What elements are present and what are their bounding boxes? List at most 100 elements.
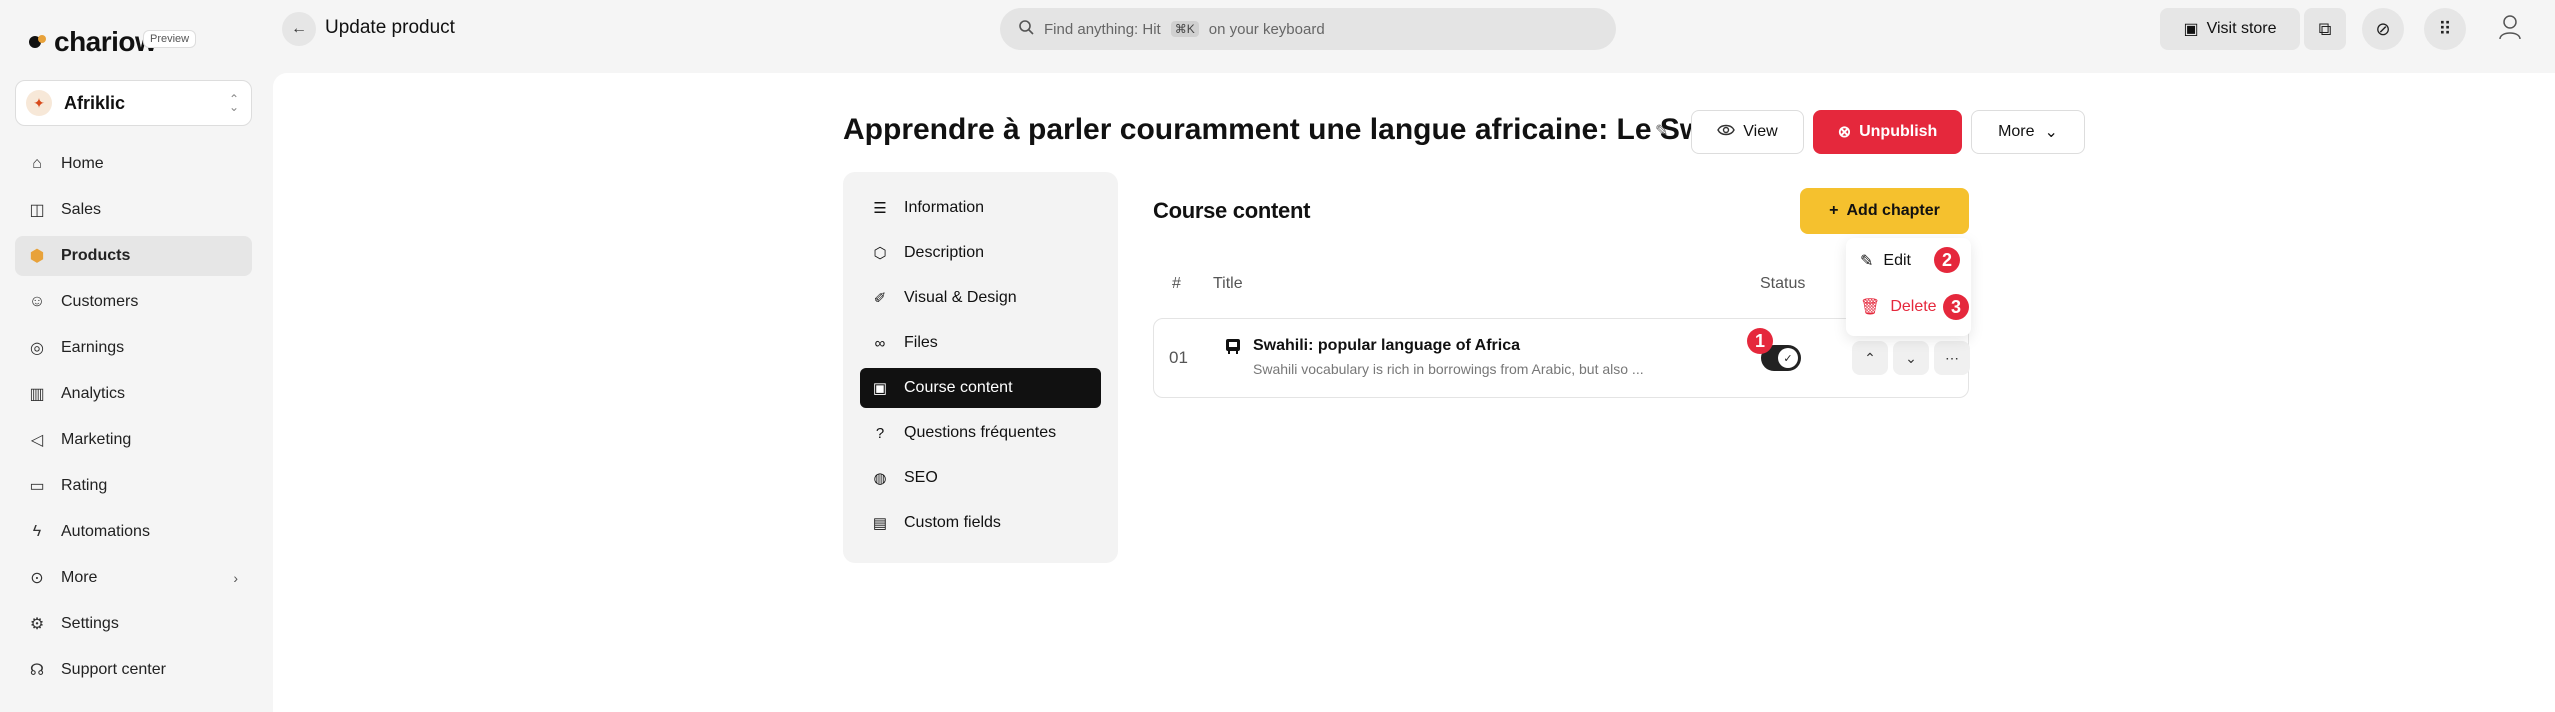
apps-button[interactable]: ⠿ xyxy=(2424,8,2466,50)
settings-item-label: Information xyxy=(904,199,985,216)
form-icon: ▤ xyxy=(872,515,888,532)
settings-item-custom-fields[interactable]: ▤ Custom fields xyxy=(860,503,1101,543)
sidebar: ✦ Afriklic ⌃ ⌄ ⌂ Home ◫ Sales ⬢ Products ☺ Cu… xyxy=(0,60,268,712)
move-up-button[interactable]: ⌃ xyxy=(1852,341,1888,375)
pen-icon: ✎ xyxy=(1860,253,1874,270)
chapter-icon xyxy=(1224,337,1242,360)
trash-icon: 🗑︎ xyxy=(1860,299,1881,316)
book-icon: ▣ xyxy=(872,380,888,397)
sidebar-item-label: Earnings xyxy=(61,339,125,356)
shopping-bag-icon: ◫ xyxy=(29,202,45,219)
row-menu-button[interactable]: ⋯ xyxy=(1934,341,1970,375)
add-chapter-button[interactable]: + Add chapter xyxy=(1800,188,1969,234)
store-avatar: ✦ xyxy=(26,90,52,116)
sidebar-item-sales[interactable]: ◫ Sales xyxy=(15,190,252,230)
back-button[interactable]: ← xyxy=(282,12,316,46)
ellipsis-icon: ⋯ xyxy=(1945,349,1959,366)
sidebar-item-earnings[interactable]: ◎ Earnings xyxy=(15,328,252,368)
settings-item-course-content[interactable]: ▣ Course content xyxy=(860,368,1101,408)
home-icon: ⌂ xyxy=(32,155,42,172)
row-number: 01 xyxy=(1169,348,1188,367)
more-button[interactable]: More ⌄ xyxy=(1971,110,2085,154)
view-button[interactable]: View xyxy=(1691,110,1804,154)
search-icon xyxy=(1018,19,1034,39)
row-title: Swahili: popular language of Africa xyxy=(1253,337,1520,354)
page-heading: Update product xyxy=(325,17,455,38)
edit-menu-item[interactable]: ✎ Edit xyxy=(1860,251,1911,271)
add-chapter-label: Add chapter xyxy=(1846,202,1940,219)
annotation-marker: 3 xyxy=(1943,294,1969,320)
unpublish-button[interactable]: ⊗ Unpublish xyxy=(1813,110,1962,154)
product-title: Apprendre à parler couramment une langue… xyxy=(843,113,1764,146)
product-settings-menu: ☰ Information ⬡ Description ✐ Visual & Desi… xyxy=(843,172,1118,563)
unpublish-icon: ⊗ xyxy=(1837,124,1852,141)
sidebar-item-automations[interactable]: ϟ Automations xyxy=(15,512,252,552)
message-icon: ▭ xyxy=(29,478,45,495)
sidebar-item-label: More xyxy=(61,569,98,586)
chevron-updown-icon: ⌃ ⌄ xyxy=(228,92,239,114)
settings-item-label: Course content xyxy=(904,379,1013,396)
settings-item-files[interactable]: ∞ Files xyxy=(860,323,1101,363)
coins-icon: ◎ xyxy=(30,340,44,357)
sidebar-item-label: Home xyxy=(61,155,104,172)
globe-icon: ◍ xyxy=(873,470,887,487)
sidebar-item-rating[interactable]: ▭ Rating xyxy=(15,466,252,506)
sidebar-item-products[interactable]: ⬢ Products xyxy=(15,236,252,276)
store-name: Afriklic xyxy=(64,92,126,113)
link-icon: ∞ xyxy=(874,334,886,352)
more-label: More xyxy=(1998,123,2035,140)
sidebar-item-label: Settings xyxy=(61,615,119,632)
settings-item-visual-design[interactable]: ✐ Visual & Design xyxy=(860,278,1101,318)
cube-icon: ⬡ xyxy=(873,245,887,262)
sidebar-item-marketing[interactable]: ◁ Marketing xyxy=(15,420,252,460)
copy-icon: ⧉ xyxy=(2318,18,2332,39)
user-menu-button[interactable] xyxy=(2489,8,2531,50)
sidebar-item-settings[interactable]: ⚙ Settings xyxy=(15,604,252,644)
headset-icon: ☊ xyxy=(29,662,45,679)
hide-preview-button[interactable]: ⊘ xyxy=(2362,8,2404,50)
eye-icon xyxy=(1717,123,1736,142)
copy-button[interactable]: ⧉ xyxy=(2304,8,2346,50)
annotation-marker: 2 xyxy=(1934,247,1960,273)
search-suffix: on your keyboard xyxy=(1208,20,1325,38)
sidebar-item-label: Products xyxy=(61,247,131,264)
megaphone-icon: ◁ xyxy=(30,432,44,449)
column-header-num: # xyxy=(1172,275,1181,292)
arrow-left-icon: ← xyxy=(291,20,307,37)
sidebar-item-support[interactable]: ☊ Support center xyxy=(15,650,252,690)
chevron-down-icon: ⌄ xyxy=(1905,349,1917,366)
search-shortcut-kbd: ⌘K xyxy=(1170,21,1199,37)
visit-store-button[interactable]: ▣ Visit store xyxy=(2160,8,2300,50)
delete-menu-item[interactable]: 🗑︎ Delete xyxy=(1860,297,1937,317)
sidebar-item-home[interactable]: ⌂ Home xyxy=(15,144,252,184)
move-down-button[interactable]: ⌄ xyxy=(1893,341,1929,375)
preview-badge: Preview xyxy=(143,30,197,48)
settings-item-label: Questions fréquentes xyxy=(904,424,1057,441)
settings-item-information[interactable]: ☰ Information xyxy=(860,188,1101,228)
logo-text: chariow xyxy=(54,26,157,57)
chevron-right-icon: › xyxy=(233,570,238,586)
settings-item-description[interactable]: ⬡ Description xyxy=(860,233,1101,273)
bolt-icon: ϟ xyxy=(32,523,42,540)
sidebar-item-customers[interactable]: ☺ Customers xyxy=(15,282,252,322)
sidebar-item-label: Marketing xyxy=(61,431,132,448)
course-content-title: Course content xyxy=(1153,198,1311,223)
settings-item-faq[interactable]: ? Questions fréquentes xyxy=(860,413,1101,453)
edit-title-icon[interactable]: ✎ xyxy=(1655,121,1668,141)
search-bar[interactable]: Find anything: Hit ⌘K on your keyboard xyxy=(1000,8,1616,50)
top-bar: chariow Preview ← Update product Find an… xyxy=(0,0,2555,60)
chevron-down-icon: ⌄ xyxy=(2044,124,2058,141)
sidebar-item-analytics[interactable]: ▥ Analytics xyxy=(15,374,252,414)
sidebar-item-label: Analytics xyxy=(61,385,126,402)
sidebar-item-more[interactable]: ⊙ More › xyxy=(15,558,252,598)
column-header-title: Title xyxy=(1213,275,1243,292)
sidebar-item-label: Support center xyxy=(61,661,166,678)
list-icon: ☰ xyxy=(873,200,887,217)
logo[interactable]: chariow xyxy=(28,26,157,58)
view-label: View xyxy=(1743,123,1778,140)
grid-icon: ⠿ xyxy=(2438,18,2452,39)
search-prefix: Find anything: Hit xyxy=(1044,20,1161,38)
visit-store-label: Visit store xyxy=(2206,20,2277,37)
store-selector[interactable]: ✦ Afriklic ⌃ ⌄ xyxy=(15,80,252,126)
settings-item-seo[interactable]: ◍ SEO xyxy=(860,458,1101,498)
